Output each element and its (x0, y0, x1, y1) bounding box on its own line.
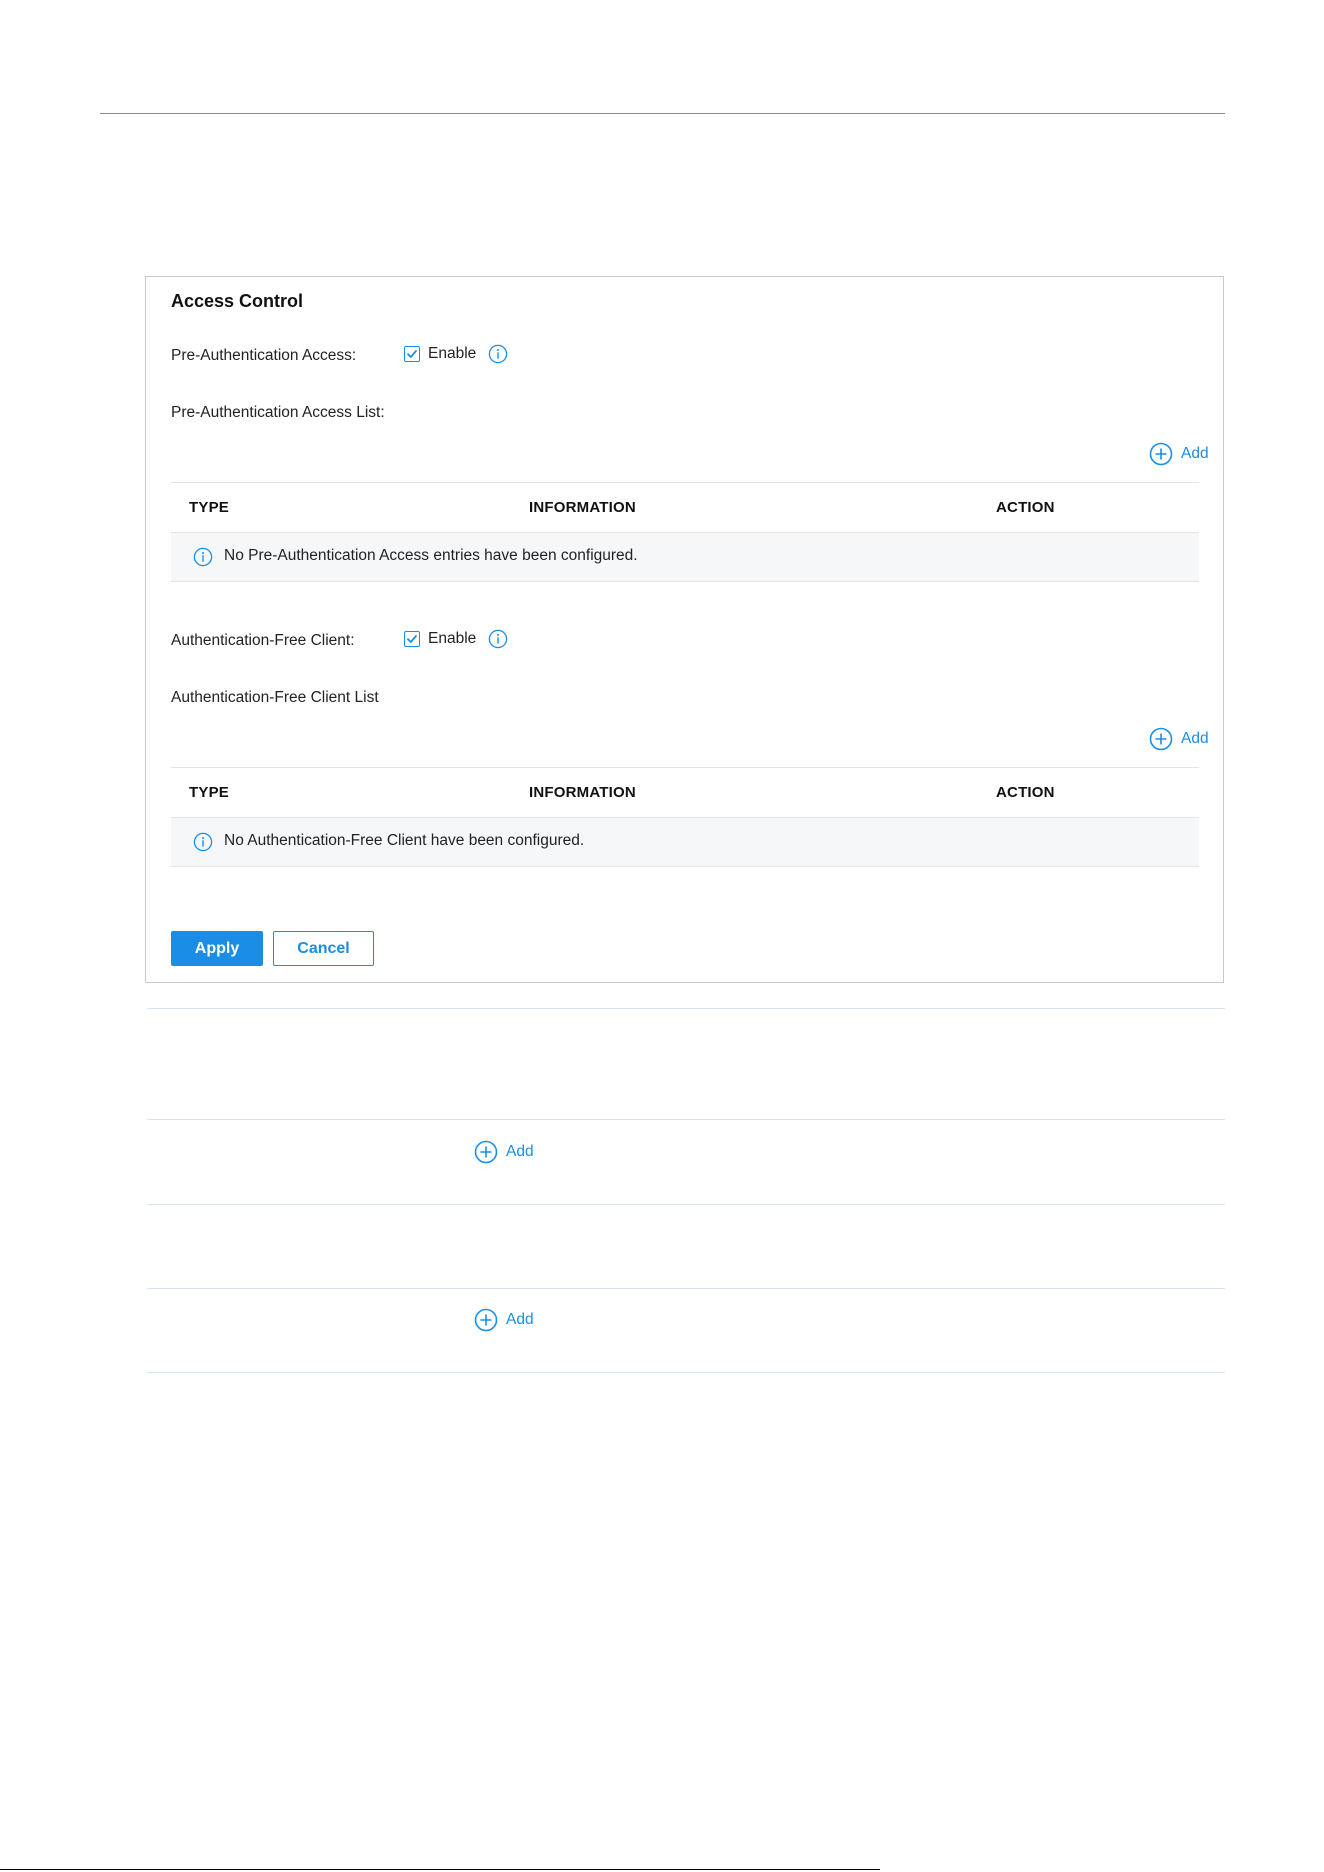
cancel-button[interactable]: Cancel (273, 931, 374, 966)
pre-auth-enable-group: Enable (404, 344, 508, 364)
plus-circle-icon (1149, 442, 1173, 466)
table-header: TYPE INFORMATION ACTION (171, 482, 1199, 533)
table-header: TYPE INFORMATION ACTION (171, 767, 1199, 818)
row-divider (147, 1372, 1225, 1373)
row-divider (147, 1288, 1225, 1289)
column-information: INFORMATION (529, 499, 636, 516)
info-icon (193, 547, 213, 567)
plus-circle-icon (1149, 727, 1173, 751)
pre-auth-list-label: Pre-Authentication Access List: (171, 404, 385, 421)
page-footer-rule (0, 1869, 880, 1870)
column-action: ACTION (996, 784, 1055, 801)
auth-free-enable-checkbox[interactable] (404, 631, 420, 647)
info-icon (193, 832, 213, 852)
table-empty-row: No Authentication-Free Client have been … (171, 818, 1199, 867)
auth-free-client-label: Authentication-Free Client: (171, 632, 355, 649)
add-label: Add (506, 1143, 534, 1160)
row-divider (147, 1204, 1225, 1205)
column-type: TYPE (189, 784, 229, 801)
plus-circle-icon (474, 1308, 498, 1332)
auth-free-enable-label[interactable]: Enable (428, 630, 476, 648)
plus-circle-icon (474, 1140, 498, 1164)
pre-auth-add-button[interactable]: Add (1149, 442, 1209, 466)
row-divider (147, 1119, 1225, 1120)
pre-auth-access-label: Pre-Authentication Access: (171, 347, 357, 364)
add-label: Add (506, 1311, 534, 1328)
panel-title: Access Control (171, 291, 304, 311)
auth-free-add-button[interactable]: Add (1149, 727, 1209, 751)
check-icon (407, 635, 417, 643)
empty-message: No Pre-Authentication Access entries hav… (224, 547, 638, 564)
page-header-rule (100, 113, 1225, 114)
column-information: INFORMATION (529, 784, 636, 801)
lower-add-button-2[interactable]: Add (474, 1308, 534, 1332)
auth-free-enable-group: Enable (404, 629, 508, 649)
lower-add-button-1[interactable]: Add (474, 1140, 534, 1164)
add-label: Add (1181, 445, 1209, 462)
add-label: Add (1181, 730, 1209, 747)
auth-free-table: TYPE INFORMATION ACTION No Authenticatio… (171, 767, 1199, 867)
apply-button[interactable]: Apply (171, 931, 263, 966)
check-icon (407, 350, 417, 358)
auth-free-list-label: Authentication-Free Client List (171, 689, 379, 706)
column-type: TYPE (189, 499, 229, 516)
table-empty-row: No Pre-Authentication Access entries hav… (171, 533, 1199, 582)
pre-auth-enable-label[interactable]: Enable (428, 345, 476, 363)
row-divider (147, 1008, 1225, 1009)
column-action: ACTION (996, 499, 1055, 516)
info-icon[interactable] (488, 344, 508, 364)
empty-message: No Authentication-Free Client have been … (224, 832, 585, 849)
access-control-panel: Access Control Pre-Authentication Access… (145, 276, 1224, 983)
pre-auth-table: TYPE INFORMATION ACTION No Pre-Authentic… (171, 482, 1199, 582)
info-icon[interactable] (488, 629, 508, 649)
pre-auth-enable-checkbox[interactable] (404, 346, 420, 362)
